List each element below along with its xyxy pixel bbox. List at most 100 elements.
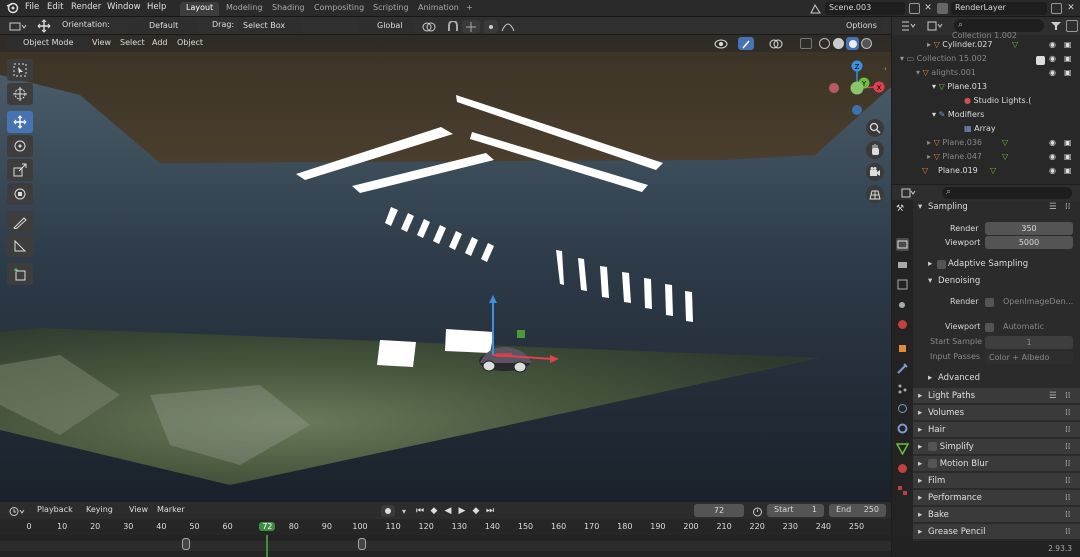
- properties-editor-type-icon[interactable]: [900, 187, 918, 199]
- volumes-section[interactable]: ▸ Volumes ⁞⁞: [913, 405, 1080, 421]
- falloff-icon[interactable]: [500, 20, 516, 33]
- material-shading-icon[interactable]: [846, 37, 859, 50]
- grease-pencil-section[interactable]: ▸ Grease Pencil ⁞⁞: [913, 524, 1080, 540]
- viewport-menu-add[interactable]: Add: [152, 38, 168, 47]
- editor-type-icon[interactable]: [8, 20, 28, 32]
- drag-handle-icon[interactable]: ⁞⁞: [1065, 524, 1070, 540]
- drag-handle-icon[interactable]: ⁞⁞: [1065, 507, 1070, 523]
- zoom-icon[interactable]: [866, 119, 884, 137]
- move-tool[interactable]: [7, 111, 33, 133]
- world-tab-icon[interactable]: [896, 318, 909, 331]
- outliner-row[interactable]: ▾ ▽ alights.001 ◉ ▣: [892, 68, 1080, 82]
- proportional-editing-icon[interactable]: [484, 20, 498, 33]
- collapse-sidebar-icon[interactable]: ‹: [884, 65, 890, 73]
- timeline-menu-keying[interactable]: Keying: [86, 505, 113, 514]
- sampling-section[interactable]: ▾ Sampling ☰ ⁞⁞: [913, 202, 1080, 216]
- auto-keying-options-icon[interactable]: ▾: [398, 505, 410, 517]
- new-scene-icon[interactable]: [909, 3, 920, 14]
- close-scene-icon[interactable]: ✕: [923, 3, 933, 13]
- blender-logo-icon[interactable]: [6, 1, 19, 17]
- new-view-layer-icon[interactable]: [1051, 3, 1062, 14]
- menu-window[interactable]: Window: [107, 2, 141, 12]
- timeline-menu-view[interactable]: View: [129, 505, 148, 514]
- camera-icon[interactable]: ▣: [1064, 152, 1072, 161]
- select-box-tool[interactable]: [7, 59, 33, 81]
- denoising-viewport-checkbox[interactable]: [985, 323, 994, 332]
- add-cube-tool[interactable]: [7, 263, 33, 285]
- jump-keyframe-back-icon[interactable]: ◆: [428, 505, 440, 517]
- motion-blur-checkbox[interactable]: [928, 459, 937, 468]
- physics-tab-icon[interactable]: [896, 402, 909, 415]
- denoising-viewport-value[interactable]: Automatic: [1003, 322, 1044, 331]
- drag-handle-icon[interactable]: ⁞⁞: [1065, 490, 1070, 506]
- modifier-tab-icon[interactable]: [896, 362, 909, 375]
- end-frame-field[interactable]: End 250: [829, 504, 886, 517]
- menu-render[interactable]: Render: [71, 2, 101, 12]
- viewport-menu-view[interactable]: View: [92, 38, 111, 47]
- particles-tab-icon[interactable]: [896, 382, 909, 395]
- snap-icon[interactable]: [446, 20, 460, 33]
- outliner-row[interactable]: ▾ ▽ Plane.013: [892, 82, 1080, 96]
- denoising-render-checkbox[interactable]: [985, 298, 994, 307]
- bake-section[interactable]: ▸ Bake ⁞⁞: [913, 507, 1080, 523]
- outliner-row[interactable]: ▦ Array: [892, 124, 1080, 138]
- outliner-row[interactable]: ▾ ✎ Modifiers: [892, 110, 1080, 124]
- camera-view-icon[interactable]: [866, 163, 884, 181]
- move-tool-icon[interactable]: [36, 19, 52, 33]
- simplify-section[interactable]: ▸ Simplify ⁞⁞: [913, 439, 1080, 455]
- tab-animation[interactable]: Animation: [412, 2, 465, 16]
- jump-end-icon[interactable]: ⏭: [484, 505, 496, 517]
- add-workspace-button[interactable]: +: [460, 2, 479, 16]
- overlays-icon[interactable]: [768, 38, 790, 49]
- list-icon[interactable]: ☰: [1049, 202, 1057, 212]
- view-layer-icon[interactable]: [937, 3, 948, 14]
- viewport-menu-select[interactable]: Select: [120, 38, 145, 47]
- outliner-row[interactable]: ▸ ▽ Cylinder.027 ▽ ◉ ▣: [892, 40, 1080, 54]
- eye-icon[interactable]: ◉: [1049, 138, 1056, 147]
- timeline-body[interactable]: [0, 535, 891, 557]
- view-layer-field[interactable]: RenderLayer: [951, 2, 1047, 15]
- annotate-tool[interactable]: [7, 211, 33, 233]
- timeline-scrollbar[interactable]: [0, 541, 891, 551]
- outliner-row[interactable]: ▽ Plane.019 ▽ ◉ ▣: [892, 166, 1080, 180]
- scene-icon[interactable]: [810, 3, 821, 14]
- camera-icon[interactable]: ▣: [1064, 166, 1072, 175]
- timeline-editor-type-icon[interactable]: [8, 505, 28, 517]
- play-reverse-icon[interactable]: ◀: [442, 505, 454, 517]
- film-section[interactable]: ▸ Film ⁞⁞: [913, 473, 1080, 489]
- 3d-viewport[interactable]: Object Mode View Select Add Object Z X Y…: [0, 35, 891, 502]
- timeline-menu-playback[interactable]: Playback: [37, 505, 73, 514]
- snap-target-icon[interactable]: [462, 20, 480, 33]
- drag-handle-icon[interactable]: ⁞⁞: [1065, 388, 1070, 404]
- tool-tab-icon[interactable]: ⚒: [896, 204, 909, 217]
- performance-section[interactable]: ▸ Performance ⁞⁞: [913, 490, 1080, 506]
- menu-file[interactable]: File: [25, 2, 39, 12]
- eye-icon[interactable]: ◉: [1049, 54, 1056, 63]
- jump-keyframe-forward-icon[interactable]: ◆: [470, 505, 482, 517]
- output-tab-icon[interactable]: [896, 258, 909, 271]
- texture-tab-icon[interactable]: [896, 484, 909, 497]
- perspective-grid-icon[interactable]: [866, 185, 884, 203]
- play-icon[interactable]: ▶: [456, 505, 468, 517]
- start-frame-field[interactable]: Start 1: [767, 504, 824, 517]
- tab-compositing[interactable]: Compositing: [308, 2, 370, 16]
- menu-help[interactable]: Help: [147, 2, 166, 12]
- view-layer-tab-icon[interactable]: [896, 278, 909, 291]
- motion-blur-section[interactable]: ▸ Motion Blur ⁞⁞: [913, 456, 1080, 472]
- rotate-tool[interactable]: [7, 135, 33, 157]
- input-passes-dropdown[interactable]: Color + Albedo: [985, 351, 1073, 364]
- scene-field[interactable]: Scene.003: [825, 2, 905, 15]
- drag-handle-icon[interactable]: ⁞⁞: [1065, 473, 1070, 489]
- light-paths-section[interactable]: ▸ Light Paths ☰ ⁞⁞: [913, 388, 1080, 404]
- transform-orientation-dropdown[interactable]: Global: [358, 20, 414, 33]
- tab-modeling[interactable]: Modeling: [220, 2, 268, 16]
- measure-tool[interactable]: [7, 235, 33, 257]
- render-tab-icon[interactable]: [896, 238, 909, 251]
- eye-icon[interactable]: ◉: [1049, 68, 1056, 77]
- timeline-menu-marker[interactable]: Marker: [157, 505, 185, 514]
- viewport-samples-field[interactable]: 5000: [985, 236, 1073, 249]
- drag-handle-icon[interactable]: ⁞⁞: [1065, 422, 1070, 438]
- collection-checkbox[interactable]: [1036, 56, 1045, 65]
- drag-handle-icon[interactable]: ⁞⁞: [1065, 405, 1070, 421]
- eye-icon[interactable]: ◉: [1049, 166, 1056, 175]
